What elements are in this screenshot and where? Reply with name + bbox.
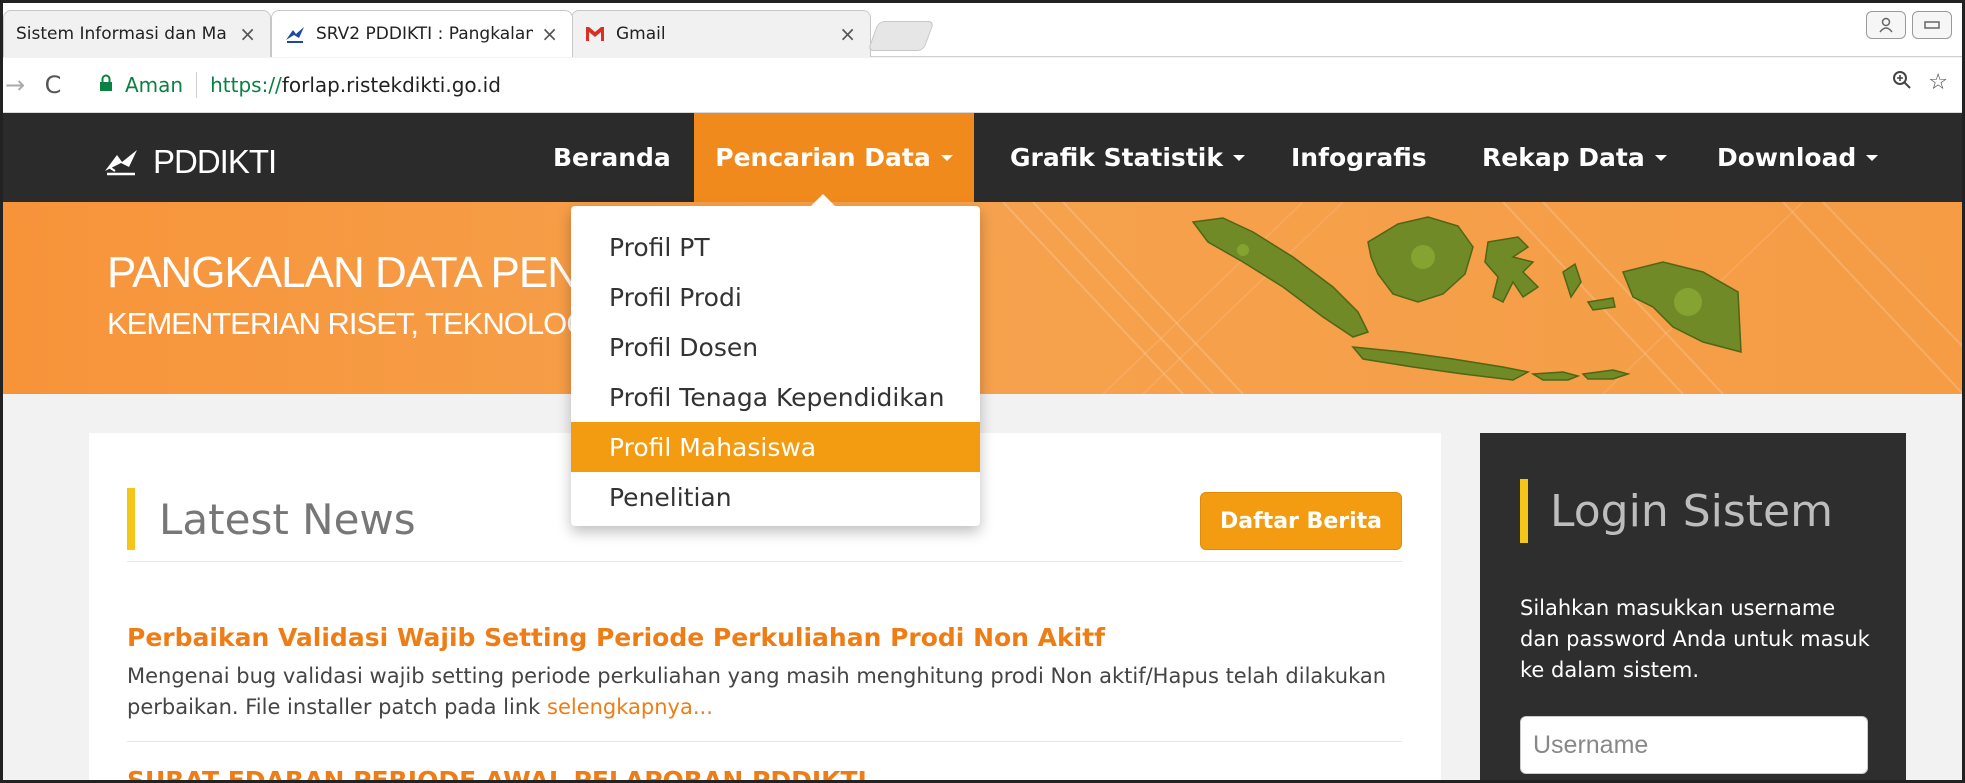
forward-icon[interactable]: → (3, 71, 29, 99)
nav-label: Beranda (553, 143, 671, 172)
nav-label: Infografis (1291, 143, 1427, 172)
secure-label: Aman (125, 73, 184, 97)
reload-icon[interactable]: C (39, 71, 67, 99)
divider (127, 561, 1402, 562)
username-input[interactable] (1520, 716, 1868, 774)
window-controls (1866, 11, 1952, 39)
user-profile-icon[interactable] (1866, 11, 1906, 39)
nav-grafik-statistik[interactable]: Grafik Statistik (982, 113, 1273, 202)
hero-banner: PANGKALAN DATA PEN KEMENTERIAN RISET, TE… (3, 202, 1962, 394)
news-item-title[interactable]: SURAT EDARAN PERIODE AWAL PELAPORAN PDDI… (127, 766, 867, 780)
menu-item-profil-tenaga-kependidikan[interactable]: Profil Tenaga Kependidikan (571, 372, 980, 422)
news-heading: Latest News (127, 488, 416, 550)
nav-rekap-data[interactable]: Rekap Data (1454, 113, 1695, 202)
nav-label: Rekap Data (1482, 143, 1645, 172)
tab-gmail[interactable]: Gmail × (571, 10, 871, 57)
tab-label: Gmail (616, 24, 666, 44)
omnibox-actions: ☆ (1892, 70, 1948, 96)
login-heading: Login Sistem (1520, 479, 1833, 543)
login-panel: Login Sistem Silahkan masukkan username … (1480, 433, 1906, 780)
nav-label: Download (1717, 143, 1857, 172)
read-more-link[interactable]: selengkapnya... (547, 695, 713, 719)
close-icon[interactable]: × (239, 22, 256, 46)
indonesia-map-image (1191, 216, 1742, 381)
pddikti-logo-icon (105, 150, 137, 176)
nav-label: Pencarian Data (715, 143, 931, 172)
caret-down-icon (1232, 154, 1245, 161)
close-icon[interactable]: × (541, 22, 558, 46)
pddikti-favicon-icon (284, 24, 306, 44)
news-item-body: Mengenai bug validasi wajib setting peri… (127, 661, 1407, 723)
caret-down-icon (940, 154, 953, 161)
menu-item-profil-mahasiswa[interactable]: Profil Mahasiswa (571, 422, 980, 472)
minimize-icon[interactable] (1912, 11, 1952, 39)
brand-name: PDDIKTI (153, 143, 277, 180)
menu-item-penelitian[interactable]: Penelitian (571, 472, 980, 522)
caret-down-icon (1866, 154, 1879, 161)
caret-down-icon (1654, 154, 1667, 161)
hero-title: PANGKALAN DATA PEN (107, 248, 579, 297)
url-text[interactable]: https://forlap.ristekdikti.go.id (210, 73, 501, 97)
lock-icon (99, 73, 113, 97)
tab-strip: Sistem Informasi dan Ma × SRV2 PDDIKTI :… (3, 3, 1962, 57)
daftar-berita-button[interactable]: Daftar Berita (1200, 492, 1402, 550)
dropdown-arrow (810, 194, 836, 207)
tab-sistem-informasi[interactable]: Sistem Informasi dan Ma × (3, 10, 271, 57)
nav-label: Grafik Statistik (1010, 143, 1223, 172)
brand-logo[interactable]: PDDIKTI (103, 143, 277, 181)
hero-subtitle: KEMENTERIAN RISET, TEKNOLOG (107, 306, 590, 341)
zoom-icon[interactable] (1892, 70, 1912, 96)
site-navbar: PDDIKTI Beranda Pencarian Data Grafik St… (3, 113, 1962, 202)
address-bar: → C Aman https://forlap.ristekdikti.go.i… (3, 58, 1962, 113)
nav-pencarian-data[interactable]: Pencarian Data (694, 113, 974, 202)
nav-download[interactable]: Download (1689, 113, 1906, 202)
url-host: forlap.ristekdikti.go.id (281, 73, 501, 97)
news-item-text: Mengenai bug validasi wajib setting peri… (127, 664, 1387, 719)
bookmark-star-icon[interactable]: ☆ (1928, 70, 1948, 96)
menu-item-profil-prodi[interactable]: Profil Prodi (571, 272, 980, 322)
nav-beranda[interactable]: Beranda (525, 113, 699, 202)
omnibox-separator (196, 72, 198, 98)
close-icon[interactable]: × (839, 22, 856, 46)
tab-srv2-pddikti[interactable]: SRV2 PDDIKTI : Pangkalan × (271, 10, 573, 57)
new-tab-button[interactable] (867, 21, 935, 51)
tab-label: SRV2 PDDIKTI : Pangkalan (316, 24, 534, 44)
browser-window: Sistem Informasi dan Ma × SRV2 PDDIKTI :… (0, 0, 1965, 783)
pencarian-data-dropdown: Profil PT Profil Prodi Profil Dosen Prof… (571, 194, 980, 526)
url-scheme: https:// (210, 73, 282, 97)
menu-item-profil-pt[interactable]: Profil PT (571, 222, 980, 272)
login-description: Silahkan masukkan username dan password … (1520, 596, 1870, 682)
tab-label: Sistem Informasi dan Ma (16, 24, 227, 44)
nav-infografis[interactable]: Infografis (1263, 113, 1455, 202)
news-item-title[interactable]: Perbaikan Validasi Wajib Setting Periode… (127, 623, 1105, 652)
menu-item-profil-dosen[interactable]: Profil Dosen (571, 322, 980, 372)
divider (127, 741, 1402, 742)
gmail-icon (584, 25, 606, 43)
omnibox[interactable]: Aman https://forlap.ristekdikti.go.id (99, 66, 1912, 104)
